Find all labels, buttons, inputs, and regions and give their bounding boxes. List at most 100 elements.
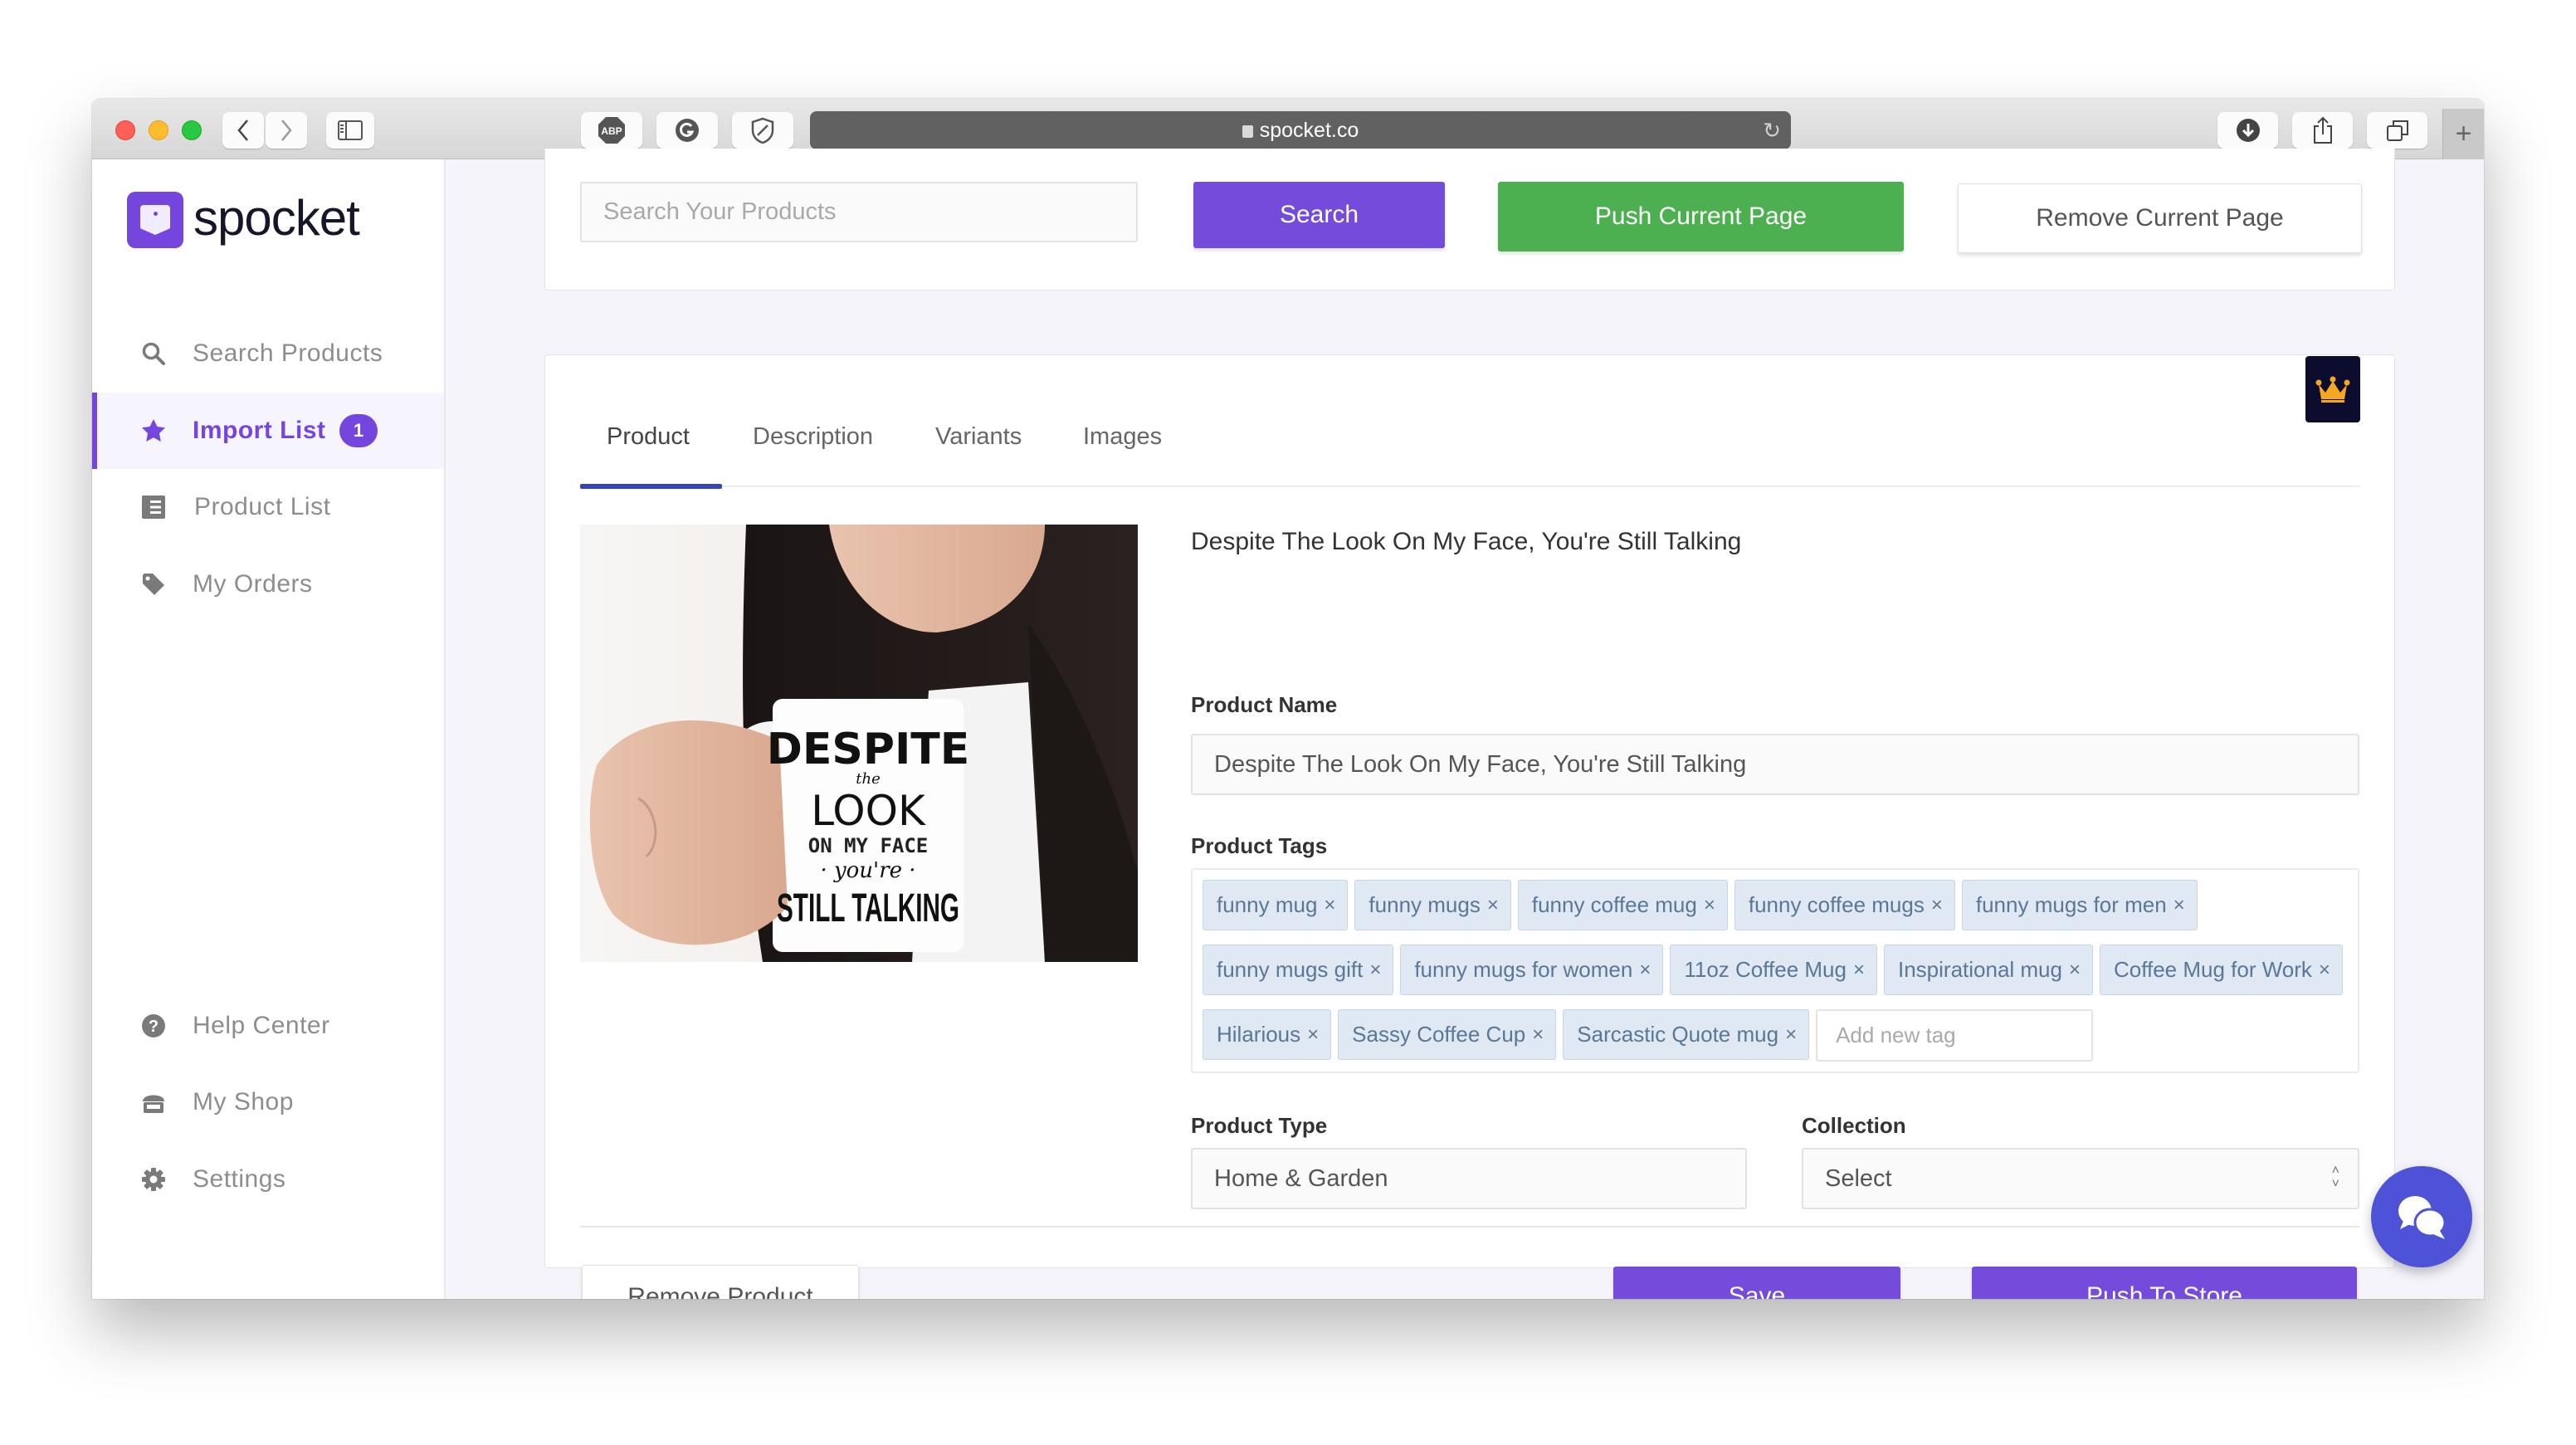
sidebar-item-search-products[interactable]: Search Products [92, 315, 444, 392]
tag-chip: funny coffee mugs × [1734, 880, 1955, 930]
tag-label: Hilarious [1217, 1022, 1301, 1047]
spocket-logo-icon[interactable] [127, 192, 183, 248]
remove-tag-icon[interactable]: × [1704, 894, 1715, 917]
remove-tag-icon[interactable]: × [1324, 894, 1335, 917]
sidebar-toggle-button[interactable] [326, 112, 374, 149]
sidebar-item-my-orders[interactable]: My Orders [92, 546, 444, 622]
sidebar-item-settings[interactable]: Settings [92, 1141, 444, 1218]
address-bar[interactable]: spocket.co ↻ [810, 111, 1791, 149]
close-window-button[interactable] [115, 120, 135, 140]
star-icon [140, 417, 167, 444]
sidebar-item-my-shop[interactable]: My Shop [92, 1064, 444, 1140]
save-button[interactable]: Save [1613, 1267, 1900, 1299]
add-tag-input[interactable]: Add new tag [1816, 1009, 2094, 1062]
product-name-label: Product Name [1191, 692, 1338, 717]
reload-icon[interactable]: ↻ [1763, 118, 1781, 144]
forward-button[interactable] [266, 112, 307, 149]
mug-text-line: LOOK [811, 787, 926, 835]
tag-label: Inspirational mug [1897, 957, 2062, 982]
mug-text-line: the [856, 770, 880, 788]
shield-icon [751, 117, 774, 144]
sidebar-item-label: Search Products [193, 339, 383, 367]
tag-chip: Sassy Coffee Cup × [1338, 1009, 1557, 1060]
tag-label: Sassy Coffee Cup [1352, 1022, 1526, 1047]
downloads-button[interactable] [2217, 112, 2278, 149]
remove-product-button[interactable]: Remove Product [582, 1265, 859, 1299]
spocket-logo-text[interactable]: spocket [193, 189, 360, 247]
minimize-window-button[interactable] [149, 120, 168, 140]
form-divider [580, 1226, 2359, 1228]
lock-icon [1242, 124, 1253, 138]
tag-chip: Coffee Mug for Work × [2100, 945, 2343, 995]
mug-text-line: ON MY FACE [808, 834, 929, 857]
chat-support-button[interactable] [2371, 1166, 2472, 1267]
tab-variants[interactable]: Variants [935, 423, 1022, 451]
push-to-store-button[interactable]: Push To Store [1972, 1267, 2357, 1299]
remove-tag-icon[interactable]: × [2174, 894, 2185, 917]
tab-description[interactable]: Description [753, 423, 873, 451]
share-icon [2313, 116, 2332, 144]
back-icon [237, 120, 248, 141]
list-icon [140, 494, 167, 520]
mug-text-line: STILL TALKING [777, 886, 959, 930]
remove-tag-icon[interactable]: × [1487, 894, 1499, 917]
tag-label: funny mug [1217, 892, 1318, 917]
premium-crown-badge[interactable] [2305, 356, 2360, 422]
remove-tag-icon[interactable]: × [2319, 959, 2330, 982]
collection-select[interactable]: Select ˄ ˅ [1802, 1148, 2359, 1209]
remove-tag-icon[interactable]: × [2069, 959, 2081, 982]
tag-chip: funny mugs gift × [1203, 945, 1394, 995]
tab-images[interactable]: Images [1083, 423, 1162, 451]
privacy-shield-button[interactable] [732, 112, 793, 149]
tag-label: 11oz Coffee Mug [1684, 957, 1847, 982]
tab-overview-button[interactable] [2367, 112, 2427, 149]
remove-current-page-button[interactable]: Remove Current Page [1958, 183, 2362, 253]
search-products-input[interactable]: Search Your Products [580, 182, 1138, 242]
import-count-badge: 1 [339, 414, 378, 447]
product-type-input[interactable]: Home & Garden [1191, 1148, 1747, 1209]
sidebar-item-label: My Shop [193, 1088, 294, 1115]
share-button[interactable] [2292, 112, 2353, 149]
tag-chip: funny mugs for men × [1961, 880, 2198, 930]
tag-icon [140, 571, 167, 598]
remove-tag-icon[interactable]: × [1639, 959, 1651, 982]
tag-chip: Inspirational mug × [1883, 945, 2093, 995]
remove-tag-icon[interactable]: × [1785, 1023, 1797, 1047]
product-name-input[interactable]: Despite The Look On My Face, You're Stil… [1191, 734, 2359, 795]
sidebar-item-import-list[interactable]: Import List 1 [92, 393, 444, 469]
adblock-plus-button[interactable]: ABP [581, 112, 642, 149]
zoom-window-button[interactable] [182, 120, 202, 140]
tag-chip: funny coffee mug × [1517, 880, 1728, 930]
remove-tag-icon[interactable]: × [1853, 959, 1865, 982]
grammarly-button[interactable] [656, 112, 718, 149]
push-current-page-button[interactable]: Push Current Page [1498, 182, 1904, 251]
product-tags-label: Product Tags [1191, 833, 1328, 858]
search-button[interactable]: Search [1193, 182, 1445, 248]
mug-text-line: · you're · [820, 858, 915, 883]
sidebar-item-label: Import List [193, 417, 326, 444]
sidebar-item-help-center[interactable]: ? Help Center [92, 988, 444, 1064]
collection-selected-value: Select [1825, 1164, 1892, 1192]
tags-list: funny mug × funny mugs × funny coffee mug × fu… [1203, 880, 2348, 1062]
download-icon [2236, 119, 2260, 142]
remove-tag-icon[interactable]: × [1307, 1023, 1319, 1047]
sidebar-item-label: My Orders [193, 570, 313, 598]
new-tab-button[interactable]: + [2442, 109, 2484, 159]
back-button[interactable] [222, 112, 264, 149]
tag-label: Sarcastic Quote mug [1577, 1022, 1779, 1047]
product-type-label: Product Type [1191, 1113, 1328, 1138]
remove-tag-icon[interactable]: × [1931, 894, 1943, 917]
new-tab-icon: + [2455, 118, 2472, 149]
product-card: Product Description Variants Images DESP… [544, 354, 2395, 1299]
search-icon [140, 340, 167, 367]
tab-product[interactable]: Product [607, 423, 690, 451]
sidebar-item-product-list[interactable]: Product List [92, 469, 444, 545]
sidebar-item-label: Settings [193, 1165, 286, 1193]
shop-icon [140, 1089, 167, 1115]
remove-tag-icon[interactable]: × [1532, 1023, 1544, 1047]
tab-divider [580, 486, 2359, 487]
tag-chip: Sarcastic Quote mug × [1563, 1009, 1810, 1060]
product-image[interactable]: DESPITE the LOOK ON MY FACE · you're · S… [580, 525, 1138, 962]
remove-tag-icon[interactable]: × [1369, 959, 1381, 982]
tag-label: funny mugs for women [1414, 957, 1633, 982]
